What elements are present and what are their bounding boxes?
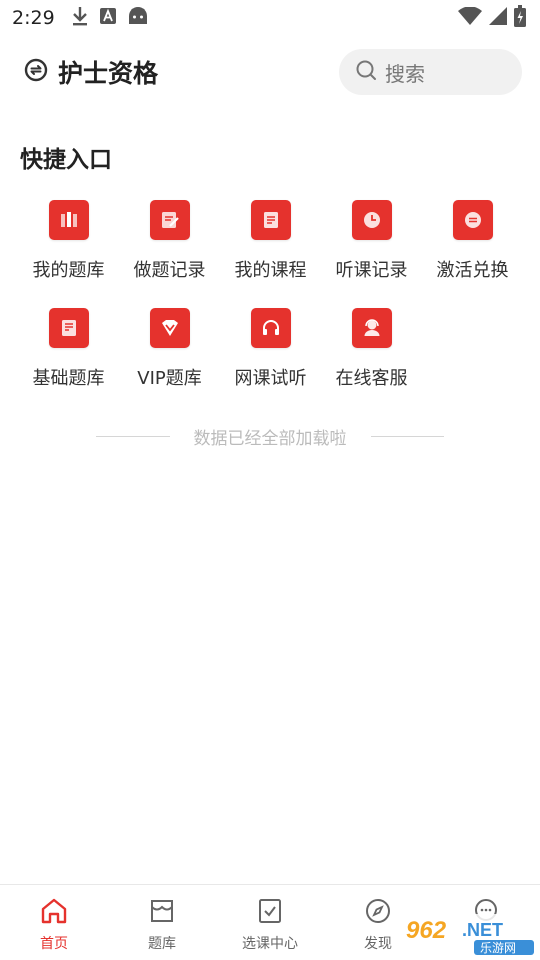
status-left-icons	[71, 6, 149, 30]
shortcut-activate-exchange[interactable]: 激活兑换	[422, 200, 523, 308]
shortcut-label: VIP题库	[137, 368, 202, 389]
shortcut-listen-record[interactable]: 听课记录	[321, 200, 422, 308]
battery-icon	[514, 5, 526, 31]
headphones-icon	[250, 308, 291, 348]
svg-text:962: 962	[406, 917, 447, 944]
listen-record-icon	[351, 200, 392, 240]
practice-record-icon	[149, 200, 190, 240]
shortcut-my-question-bank[interactable]: 我的题库	[18, 200, 119, 308]
status-right-icons	[458, 5, 526, 31]
shortcut-label: 我的课程	[234, 260, 307, 281]
compass-icon	[364, 897, 392, 929]
tab-label: 题库	[148, 936, 176, 952]
tab-label: 选课中心	[242, 936, 298, 952]
question-bank-icon	[48, 200, 89, 240]
tab-home[interactable]: 首页	[0, 885, 108, 960]
switch-icon	[24, 58, 48, 86]
section-title: 快捷入口	[20, 147, 112, 173]
shortcut-label: 听课记录	[335, 260, 408, 281]
exchange-icon	[452, 200, 493, 240]
watermark-logo: 962 .NET 乐游网	[402, 912, 536, 958]
tab-label: 发现	[364, 936, 392, 952]
home-icon	[39, 897, 69, 929]
shortcut-grid: 我的题库 做题记录 我的课程 听课记录 激活兑换 基础题库 VIP题库 网课试听…	[18, 200, 528, 416]
svg-text:乐游网: 乐游网	[480, 941, 516, 955]
page-title: 护士资格	[58, 59, 159, 88]
tab-question-bank[interactable]: 题库	[108, 885, 216, 960]
end-text: 数据已经全部加载啦	[193, 428, 347, 449]
wifi-icon	[458, 6, 482, 29]
vip-icon	[149, 308, 190, 348]
question-bank-tab-icon	[148, 897, 176, 929]
shortcut-label: 激活兑换	[436, 260, 509, 281]
status-time: 2:29	[12, 7, 55, 29]
tab-label: 首页	[40, 936, 68, 952]
basic-bank-icon	[48, 308, 89, 348]
status-bar: 2:29	[0, 0, 540, 36]
shortcut-vip-bank[interactable]: VIP题库	[119, 308, 220, 416]
course-icon	[250, 200, 291, 240]
shortcut-label: 基础题库	[32, 368, 105, 389]
search-icon	[355, 59, 377, 85]
header: 护士资格 搜索	[0, 44, 540, 100]
shortcut-label: 网课试听	[234, 368, 307, 389]
android-icon	[127, 6, 149, 30]
svg-text:.NET: .NET	[462, 920, 503, 940]
divider-right	[370, 435, 444, 437]
list-end-indicator: 数据已经全部加载啦	[96, 424, 444, 449]
tab-course-center[interactable]: 选课中心	[216, 885, 324, 960]
shortcut-basic-bank[interactable]: 基础题库	[18, 308, 119, 416]
shortcut-label: 我的题库	[32, 260, 105, 281]
shortcut-my-course[interactable]: 我的课程	[220, 200, 321, 308]
shortcut-trial-course[interactable]: 网课试听	[220, 308, 321, 416]
shortcut-label: 在线客服	[335, 368, 408, 389]
search-placeholder: 搜索	[385, 61, 425, 86]
divider-left	[96, 435, 170, 437]
shortcut-label: 做题记录	[133, 260, 206, 281]
shortcut-online-service[interactable]: 在线客服	[321, 308, 422, 416]
shortcut-practice-record[interactable]: 做题记录	[119, 200, 220, 308]
download-icon	[71, 6, 89, 30]
customer-service-icon	[351, 308, 392, 348]
course-select-icon	[256, 897, 284, 929]
search-input[interactable]: 搜索	[339, 49, 522, 95]
font-a-icon	[99, 7, 117, 29]
signal-icon	[488, 7, 508, 29]
subject-switcher[interactable]: 护士资格	[24, 54, 158, 90]
